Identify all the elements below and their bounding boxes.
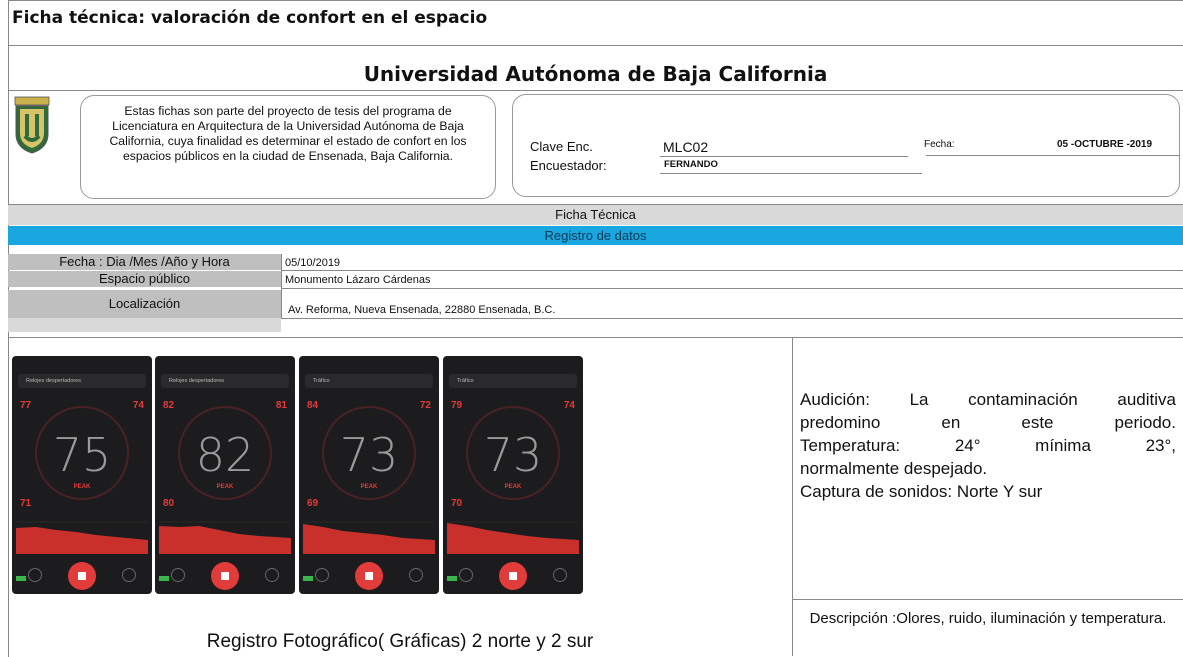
decibel-graph [303,521,435,554]
min-value: 70 [451,498,463,509]
page-title: Ficha técnica: valoración de confort en … [12,8,488,28]
fecha-label: Fecha: [924,139,955,150]
stop-icon [211,562,239,590]
clave-value: MLC02 [663,139,709,155]
peak-label: PEAK [216,484,234,490]
record-icon [122,568,136,582]
encuestador-value: FERNANDO [664,159,718,170]
clave-underline [660,156,908,157]
min-value: 80 [163,498,175,509]
peak-label: PEAK [360,484,378,490]
observation-line: normalmente despejado. [800,459,988,478]
sound-meter-phone: Tráfico 73 PEAK 84 72 69 [299,356,439,594]
row-spacer [8,318,281,332]
phone-controls [155,562,295,590]
decibel-graph [16,521,148,554]
record-icon [409,568,423,582]
phone-category-label: Tráfico [313,378,330,384]
max-left-value: 84 [307,400,319,411]
peak-label: PEAK [73,484,91,490]
decibel-graph [447,521,579,554]
row-value-localizacion: Av. Reforma, Nueva Ensenada, 22880 Ensen… [288,304,556,316]
observation-line: predomino en este periodo. [800,413,1176,432]
divider [792,599,1183,600]
max-right-value: 74 [132,400,144,411]
phone-category-label: Tráfico [457,378,474,384]
encuestador-label: Encuestador: [530,158,607,173]
pause-icon [459,568,473,582]
record-icon [265,568,279,582]
observation-line: Captura de sonidos: Norte Y sur [800,482,1043,501]
status-indicator [447,576,457,581]
row-value-fecha: 05/10/2019 [285,257,341,269]
row-label-espacio: Espacio público [8,271,281,287]
pause-icon [171,568,185,582]
phone-controls [443,562,583,590]
registro-band: Registro de datos [8,226,1183,245]
observation-line: Temperatura: 24° mínima 23°, [800,436,1176,455]
encuestador-underline [660,173,922,174]
sound-meter-phone: Relojes despertadores 75 PEAK 77 74 71 [12,356,152,594]
phone-category-tab: Relojes despertadores [18,374,146,388]
phone-controls [12,562,152,590]
divider [281,318,1183,319]
divider [8,45,1183,46]
intro-text: Estas fichas son parte del proyecto de t… [109,104,467,163]
row-label-localizacion: Localización [8,290,281,318]
stop-icon [499,562,527,590]
max-left-value: 82 [163,400,175,411]
divider [792,337,793,656]
university-crest-icon [14,96,50,154]
status-indicator [16,576,26,581]
pause-icon [315,568,329,582]
sound-meter-phone: Tráfico 73 PEAK 79 74 70 [443,356,583,594]
divider [281,288,1183,289]
peak-value: 82 [195,428,255,482]
phone-category-label: Relojes despertadores [169,378,225,384]
description-text: Descripción :Olores, ruido, iluminación … [809,610,1167,627]
max-right-value: 72 [419,400,431,411]
stop-icon [355,562,383,590]
min-value: 71 [20,498,32,509]
max-left-value: 79 [451,400,463,411]
max-left-value: 77 [20,400,32,411]
university-name: Universidad Autónoma de Baja California [363,62,828,86]
photo-caption: Registro Fotográfico( Gráficas) 2 norte … [206,631,594,652]
record-icon [553,568,567,582]
fecha-value: 05 -OCTUBRE -2019 [1057,139,1153,150]
pause-icon [28,568,42,582]
phone-category-label: Relojes despertadores [26,378,82,384]
divider [8,90,1183,91]
divider [8,337,1183,338]
min-value: 69 [307,498,319,509]
phone-category-tab: Relojes despertadores [161,374,289,388]
status-indicator [303,576,313,581]
sound-meter-phone: Relojes despertadores 82 PEAK 82 81 80 [155,356,295,594]
decibel-graph [159,521,291,554]
clave-label: Clave Enc. [530,139,593,154]
stop-icon [68,562,96,590]
intro-box: Estas fichas son parte del proyecto de t… [80,95,496,199]
ficha-tecnica-band: Ficha Técnica [8,204,1183,225]
status-indicator [159,576,169,581]
peak-value: 73 [483,428,543,482]
max-right-value: 74 [563,400,575,411]
row-value-espacio: Monumento Lázaro Cárdenas [285,274,431,286]
phone-controls [299,562,439,590]
observations-text: Audición: La contaminación auditiva pred… [800,388,1176,503]
phone-category-tab: Tráfico [305,374,433,388]
divider [281,254,282,318]
fecha-underline [926,155,1180,156]
peak-label: PEAK [504,484,522,490]
row-label-fecha: Fecha : Dia /Mes /Año y Hora [8,254,281,270]
observation-line: Audición: La contaminación auditiva [800,390,1176,409]
peak-value: 73 [339,428,399,482]
phone-category-tab: Tráfico [449,374,577,388]
peak-value: 75 [52,428,112,482]
max-right-value: 81 [275,400,287,411]
divider [281,270,1183,271]
